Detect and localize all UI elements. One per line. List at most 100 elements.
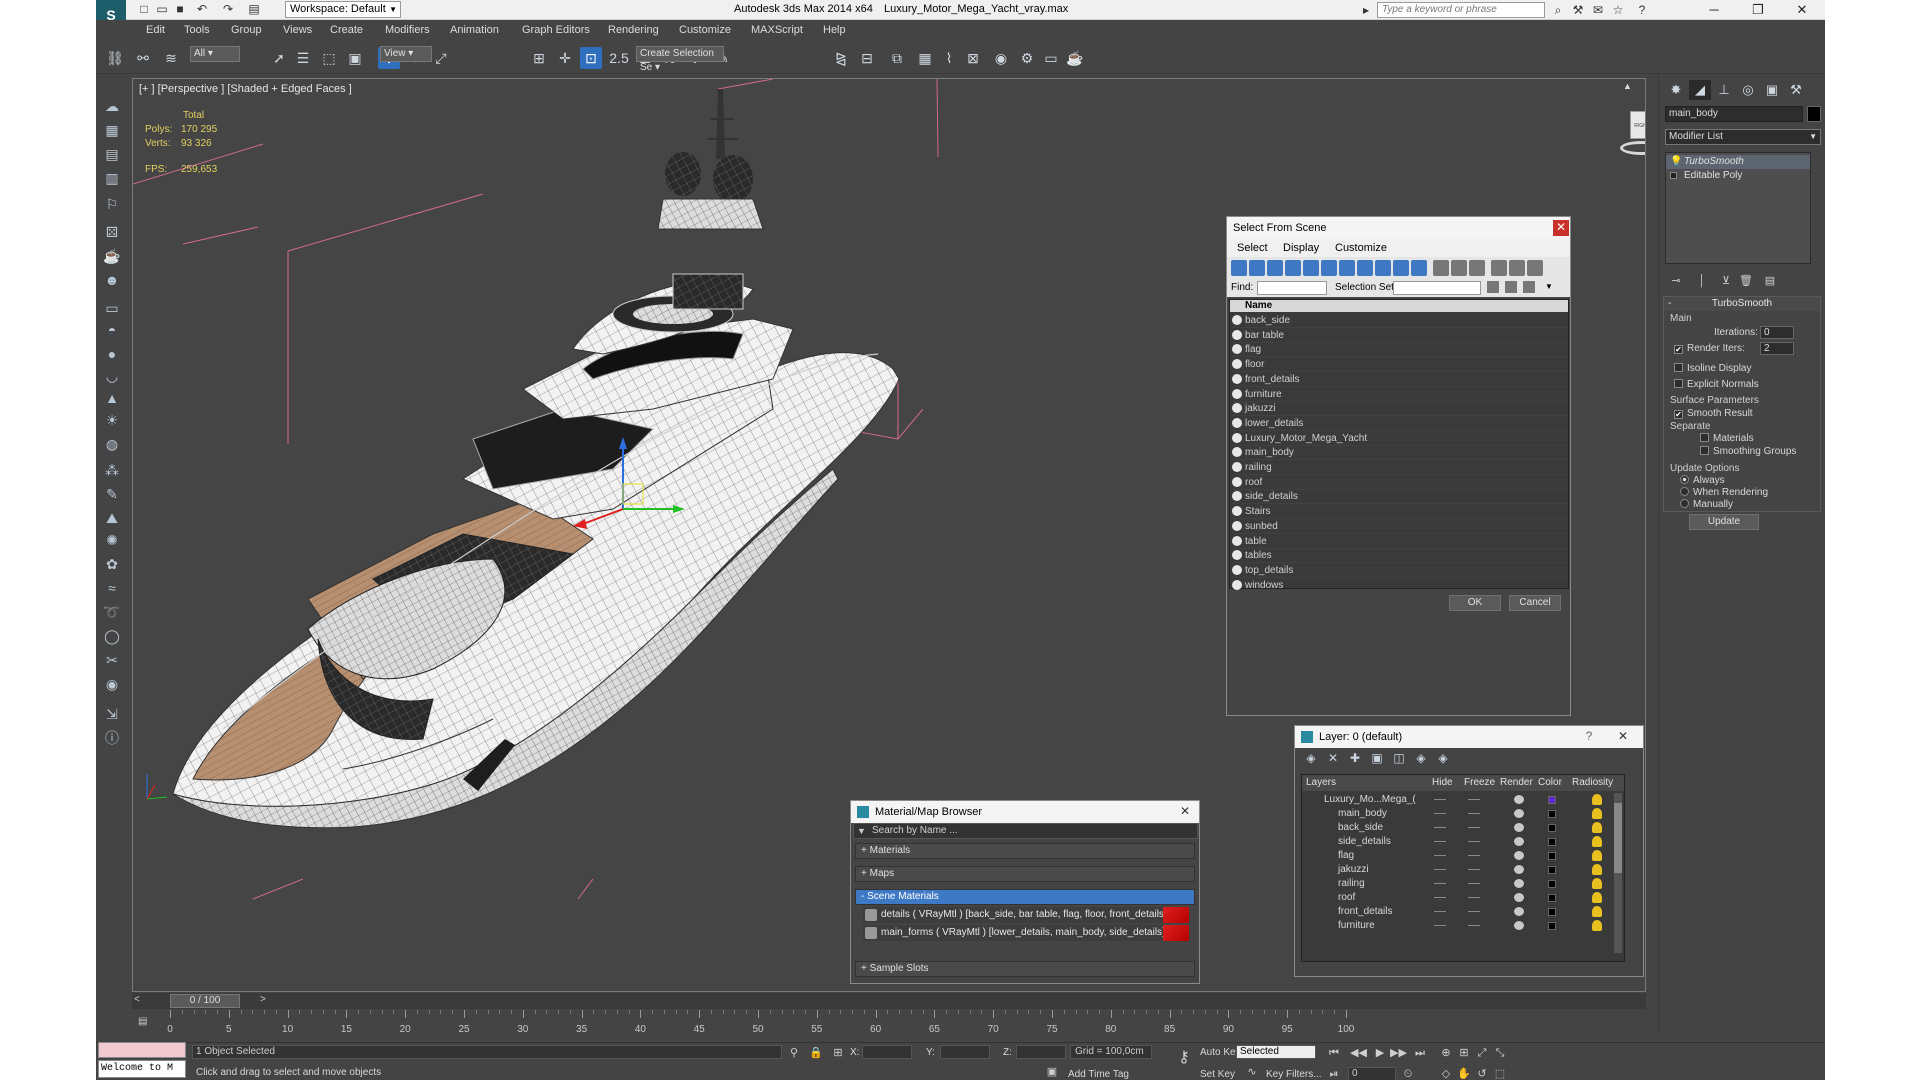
schematic-view-icon[interactable]: ⊠ <box>962 47 984 69</box>
menu-animation[interactable]: Animation <box>450 24 499 36</box>
render-teapot-icon[interactable] <box>1514 795 1524 804</box>
dice-icon[interactable]: ⚄ <box>102 222 122 242</box>
select-scale-icon[interactable]: ⤢ <box>430 47 452 69</box>
hide-toggle[interactable] <box>1434 883 1446 884</box>
scene-list-item[interactable]: main_body <box>1230 445 1568 461</box>
redo-icon[interactable]: ↷ <box>220 2 236 17</box>
sample-slots-section[interactable]: + Sample Slots <box>855 961 1195 977</box>
link-icon[interactable]: ⛓ <box>104 47 126 69</box>
next-key-icon[interactable]: ▶▶ <box>1390 1046 1407 1060</box>
x-coordinate-field[interactable] <box>862 1045 912 1059</box>
info-icon[interactable]: ⓘ <box>102 728 122 748</box>
set-key-button[interactable]: Set Key <box>1200 1069 1235 1080</box>
isoline-display-checkbox[interactable]: Isoline Display <box>1674 363 1751 374</box>
layer-object-row[interactable]: side_details <box>1302 835 1612 849</box>
communication-icon[interactable]: ✉ <box>1590 2 1606 18</box>
hide-toggle[interactable] <box>1434 897 1446 898</box>
plane-icon[interactable]: ▭ <box>102 298 122 318</box>
hair-icon[interactable]: ≈ <box>102 578 122 598</box>
display-bones-icon[interactable] <box>1375 260 1391 276</box>
save-file-icon[interactable]: ■ <box>172 2 188 17</box>
radiosity-icon[interactable] <box>1592 920 1602 931</box>
materials-checkbox[interactable]: Materials <box>1700 433 1754 444</box>
freeze-toggle[interactable] <box>1468 925 1480 926</box>
render-iters-checkbox[interactable]: ✔ Render Iters: <box>1674 343 1745 354</box>
render-sphere-icon[interactable]: ◉ <box>102 674 122 694</box>
smooth-result-checkbox[interactable]: ✔ Smooth Result <box>1674 408 1753 419</box>
display-frozen-icon[interactable] <box>1411 260 1427 276</box>
stack-item-turbosmooth[interactable]: 💡 TurboSmooth <box>1666 155 1810 169</box>
zoom-all-icon[interactable]: ⊞ <box>1456 1046 1472 1060</box>
render-iters-spinner[interactable]: 2 <box>1760 342 1794 355</box>
freeze-toggle[interactable] <box>1468 841 1480 842</box>
hide-toggle[interactable] <box>1434 925 1446 926</box>
display-spacewarps-icon[interactable] <box>1321 260 1337 276</box>
mirror-icon[interactable]: ⧎ <box>830 47 852 69</box>
help-icon[interactable]: ? <box>1581 729 1597 745</box>
create-layer-icon[interactable]: ◈ <box>1303 751 1319 765</box>
highlight-layer-icon[interactable]: ◫ <box>1391 751 1407 765</box>
col-render[interactable]: Render <box>1500 775 1533 791</box>
scene-list-item[interactable]: floor <box>1230 357 1568 373</box>
undo-icon[interactable]: ↶ <box>194 2 210 17</box>
material-item-main-forms[interactable]: main_forms ( VRayMtl ) [lower_details, m… <box>863 925 1189 941</box>
layer-row-parent[interactable]: Luxury_Mo...Mega_( <box>1302 793 1612 807</box>
layer-object-row[interactable]: front_details <box>1302 905 1612 919</box>
subscription-icon[interactable]: ⚒ <box>1570 2 1586 18</box>
workspace-dropdown[interactable]: Workspace: Default ▼ <box>285 1 401 18</box>
align-icon[interactable]: ⊟ <box>856 47 878 69</box>
modify-tab-icon[interactable]: ◢ <box>1689 80 1711 100</box>
hide-toggle[interactable] <box>1434 841 1446 842</box>
bowl-icon[interactable]: ◡ <box>102 366 122 386</box>
help-search-input[interactable]: Type a keyword or phrase <box>1377 2 1545 18</box>
viewcube-face[interactable]: RIGHT <box>1630 111 1645 139</box>
field-of-view-icon[interactable]: ◇ <box>1438 1067 1454 1080</box>
scene-list-item[interactable]: Luxury_Motor_Mega_Yacht <box>1230 431 1568 446</box>
plant-icon[interactable]: ✿ <box>102 554 122 574</box>
maximize-button[interactable]: ❐ <box>1738 0 1778 20</box>
hide-all-layers-icon[interactable]: ◈ <box>1413 751 1429 765</box>
sfs-menu-display[interactable]: Display <box>1283 242 1319 254</box>
object-color-swatch[interactable] <box>1807 106 1821 122</box>
selection-set-dropdown[interactable] <box>1393 281 1481 295</box>
modifier-stack[interactable]: 💡 TurboSmooth Editable Poly <box>1665 152 1811 264</box>
render-teapot-icon[interactable] <box>1514 879 1524 888</box>
layer-object-row[interactable]: main_body <box>1302 807 1612 821</box>
display-shapes-icon[interactable] <box>1249 260 1265 276</box>
sun-icon[interactable]: ☀ <box>102 410 122 430</box>
freeze-toggle[interactable] <box>1468 799 1480 800</box>
track-bar[interactable]: ▤ 0 5 10 15 20 25 30 35 40 45 50 55 60 65 70 75 80 85 90 95… <box>132 1010 1646 1042</box>
minimize-button[interactable]: ─ <box>1694 0 1734 20</box>
scene-list-item[interactable]: railing <box>1230 460 1568 475</box>
scene-list-item[interactable]: sunbed <box>1230 519 1568 534</box>
key-mode-dropdown[interactable]: Selected <box>1236 1045 1316 1059</box>
scene-list-item[interactable]: lower_details <box>1230 416 1568 431</box>
menu-customize[interactable]: Customize <box>679 24 731 36</box>
hide-toggle[interactable] <box>1434 813 1446 814</box>
rollout-header[interactable]: - TurboSmooth <box>1664 297 1820 311</box>
make-unique-icon[interactable]: ⊻ <box>1717 272 1735 290</box>
scene-object-list[interactable]: Name back_side bar table flag floor front_de… <box>1229 299 1569 593</box>
name-column-header[interactable]: Name <box>1230 300 1568 312</box>
viewcube[interactable]: RIGHT <box>1608 105 1645 161</box>
material-editor-icon[interactable]: ◉ <box>990 47 1012 69</box>
radiosity-icon[interactable] <box>1592 836 1602 847</box>
close-icon[interactable]: ✕ <box>1553 220 1569 236</box>
columns-icon[interactable] <box>1527 260 1543 276</box>
menu-rendering[interactable]: Rendering <box>608 24 659 36</box>
render-teapot-icon[interactable] <box>1514 893 1524 902</box>
globe-icon[interactable]: ✺ <box>102 530 122 550</box>
render-teapot-icon[interactable] <box>1514 865 1524 874</box>
freeze-toggle[interactable] <box>1468 855 1480 856</box>
create-tab-icon[interactable]: ✸ <box>1665 80 1687 100</box>
people-icon[interactable]: ☻ <box>102 270 122 290</box>
select-all-icon[interactable] <box>1433 260 1449 276</box>
layers-table[interactable]: Layers Hide Freeze Render Color Radiosit… <box>1301 774 1625 962</box>
display-lights-icon[interactable] <box>1267 260 1283 276</box>
render-teapot-icon[interactable] <box>1514 823 1524 832</box>
torus-icon[interactable]: ◍ <box>102 434 122 454</box>
scene-list-item[interactable]: side_details <box>1230 489 1568 505</box>
next-frame-icon[interactable]: > <box>260 994 266 1005</box>
menu-modifiers[interactable]: Modifiers <box>385 24 430 36</box>
layer-manager-icon[interactable]: ⧉ <box>886 47 908 69</box>
